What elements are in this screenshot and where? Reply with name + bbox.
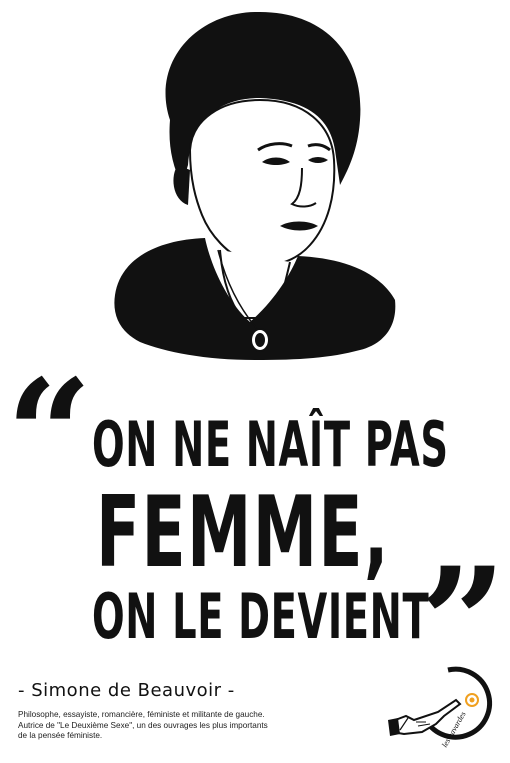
quote-line-3: ON LE DEVIENT	[92, 580, 430, 653]
logo-dot	[469, 697, 475, 703]
quote-line-1: ON NE NAÎT PAS	[92, 408, 449, 481]
author-name: - Simone de Beauvoir -	[18, 680, 235, 701]
bio-line-2: Autrice de "Le Deuxième Sexe", un des ou…	[18, 720, 268, 730]
author-bio: Philosophe, essayiste, romancière, fémin…	[18, 710, 318, 742]
bio-line-1: Philosophe, essayiste, romancière, fémin…	[18, 710, 265, 719]
les-bavardes-logo: les bavardes	[388, 666, 492, 749]
open-quote-mark: “	[6, 347, 92, 523]
bio-line-3: de la pensée féministe.	[18, 731, 103, 741]
portrait-illustration	[114, 11, 396, 360]
quote-line-2: FEMME,	[96, 476, 390, 590]
